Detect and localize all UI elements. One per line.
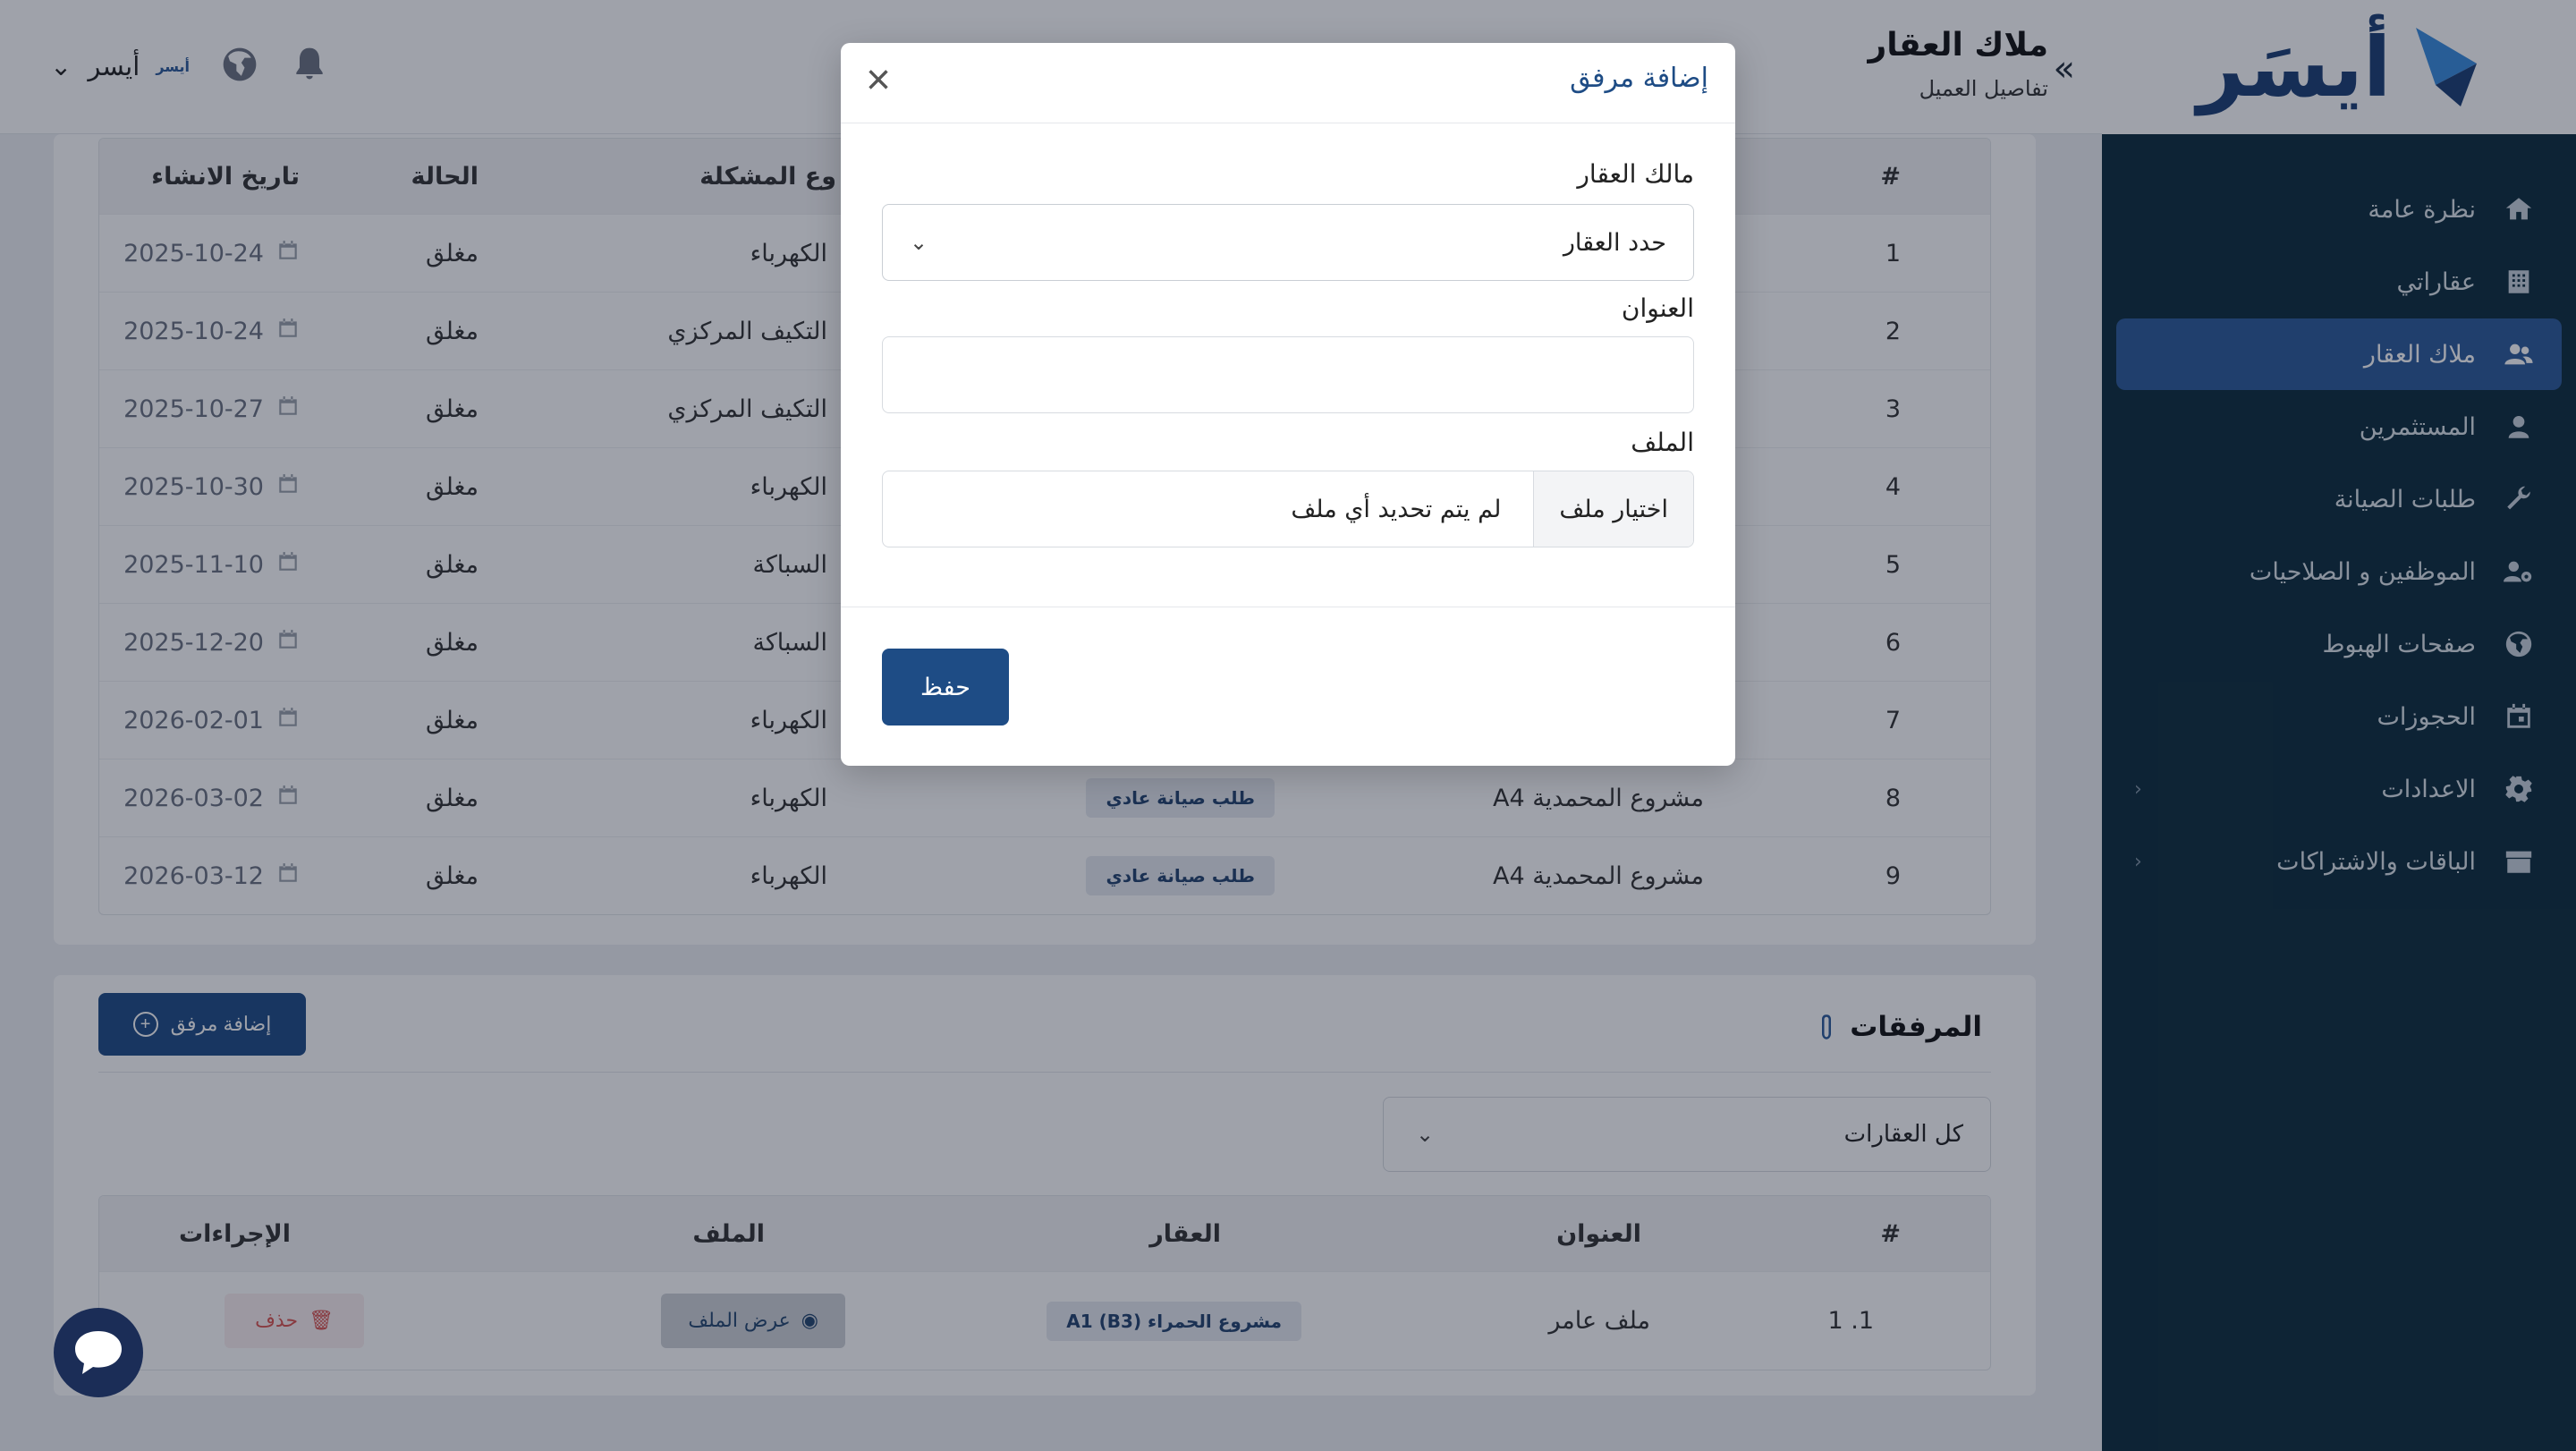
add-attachment-modal: إضافة مرفق × مالك العقار حدد العقار ⌄ ال… (841, 43, 1735, 766)
save-button[interactable]: حفظ (882, 649, 1009, 726)
file-picker[interactable]: اختيار ملف لم يتم تحديد أي ملف (882, 471, 1694, 547)
modal-footer: حفظ (841, 607, 1735, 766)
owner-label: مالك العقار (1577, 159, 1694, 189)
title-input[interactable] (882, 336, 1694, 413)
owner-select-value: حدد العقار (1563, 228, 1666, 257)
chat-bubble-icon (75, 1331, 122, 1374)
file-status-text: لم يتم تحديد أي ملف (1291, 495, 1502, 523)
close-icon[interactable]: × (866, 59, 891, 102)
file-label: الملف (1631, 428, 1694, 457)
chat-widget-button[interactable] (54, 1308, 143, 1397)
modal-header: إضافة مرفق × (841, 43, 1735, 123)
choose-file-button[interactable]: اختيار ملف (1533, 471, 1693, 547)
owner-select[interactable]: حدد العقار ⌄ (882, 204, 1694, 281)
chevron-down-icon: ⌄ (910, 230, 928, 255)
title-label: العنوان (1621, 293, 1694, 323)
modal-title: إضافة مرفق (1570, 63, 1708, 94)
